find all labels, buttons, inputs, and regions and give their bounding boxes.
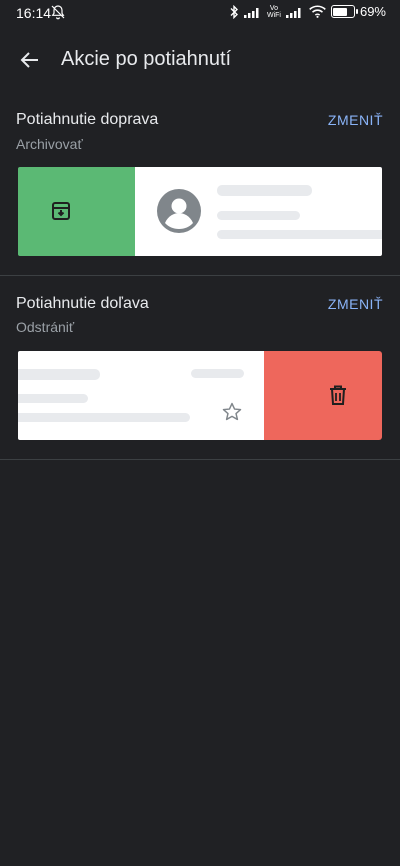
- delete-background: [264, 351, 382, 440]
- signal-icon-2: [285, 7, 301, 18]
- swipe-right-preview: [18, 167, 382, 256]
- swipe-left-title: Potiahnutie doľava: [16, 295, 149, 312]
- status-bar: 16:14 Vo WiFi 69%: [0, 0, 400, 28]
- placeholder-line: [217, 211, 300, 220]
- app-header: Akcie po potiahnutí: [0, 40, 400, 80]
- swipe-right-title: Potiahnutie doprava: [16, 111, 159, 128]
- placeholder-line: [18, 369, 100, 380]
- divider: [0, 275, 400, 276]
- swipe-left-preview: [18, 351, 382, 440]
- avatar-icon: [157, 189, 201, 233]
- battery-icon: [330, 5, 358, 18]
- signal-icon: [243, 7, 259, 18]
- placeholder-line: [18, 413, 190, 422]
- wifi-icon: [309, 5, 326, 18]
- divider: [0, 459, 400, 460]
- back-arrow-icon[interactable]: [18, 48, 42, 72]
- star-icon: [222, 402, 242, 421]
- placeholder-line: [217, 185, 312, 196]
- battery-percent: 69%: [359, 4, 386, 19]
- status-time: 16:14: [16, 5, 52, 21]
- swipe-right-change-button[interactable]: ZMENIŤ: [328, 112, 383, 128]
- swipe-right-action: Archivovať: [16, 136, 83, 152]
- swipe-left-action: Odstrániť: [16, 319, 75, 335]
- placeholder-line: [191, 369, 244, 378]
- placeholder-line: [217, 230, 382, 239]
- bluetooth-icon: [230, 4, 238, 19]
- page-title: Akcie po potiahnutí: [61, 48, 232, 70]
- archive-icon: [52, 202, 70, 220]
- placeholder-line: [18, 394, 88, 403]
- trash-icon: [330, 385, 346, 405]
- email-preview-card: [135, 167, 382, 256]
- notifications-off-icon: [51, 5, 65, 20]
- swipe-left-change-button[interactable]: ZMENIŤ: [328, 296, 383, 312]
- archive-background: [18, 167, 135, 256]
- vowifi-indicator: Vo WiFi: [266, 4, 281, 19]
- email-preview-card: [18, 351, 264, 440]
